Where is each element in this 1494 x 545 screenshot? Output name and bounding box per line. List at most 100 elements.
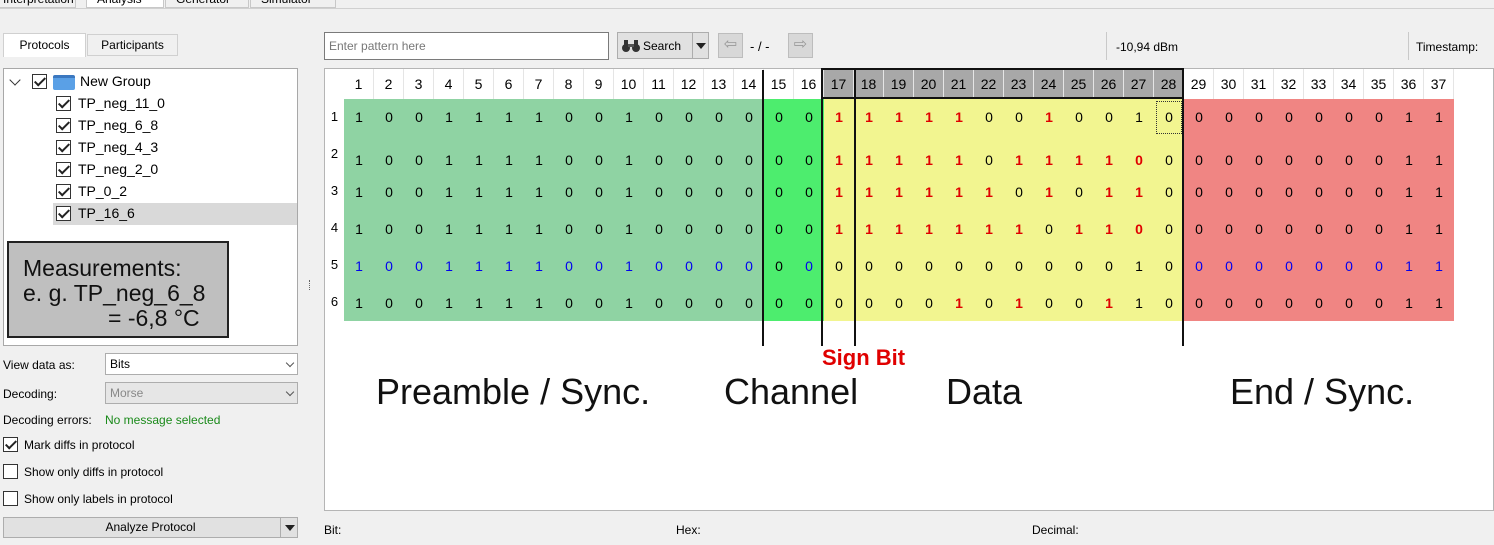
bit-cell[interactable]: 1 bbox=[1124, 99, 1154, 136]
search-pattern-input[interactable]: Enter pattern here bbox=[324, 32, 609, 60]
bit-cell[interactable]: 0 bbox=[674, 99, 704, 136]
bit-cell[interactable]: 0 bbox=[1064, 173, 1094, 210]
bit-cell[interactable]: 1 bbox=[914, 99, 944, 136]
column-header[interactable]: 5 bbox=[464, 69, 494, 99]
bit-cell[interactable]: 1 bbox=[854, 210, 884, 247]
bit-cell[interactable]: 0 bbox=[794, 210, 824, 247]
bit-cell[interactable]: 0 bbox=[854, 284, 884, 321]
option-checkbox[interactable] bbox=[3, 464, 18, 479]
bit-cell[interactable]: 1 bbox=[884, 173, 914, 210]
bit-cell[interactable]: 1 bbox=[464, 99, 494, 136]
column-header[interactable]: 1 bbox=[344, 69, 374, 99]
bit-cell[interactable]: 1 bbox=[1394, 210, 1424, 247]
bit-cell[interactable]: 0 bbox=[794, 99, 824, 136]
bit-cell[interactable]: 1 bbox=[914, 173, 944, 210]
bit-cell[interactable]: 0 bbox=[704, 173, 734, 210]
bit-cell[interactable]: 0 bbox=[824, 284, 854, 321]
bit-cell[interactable]: 0 bbox=[1334, 210, 1364, 247]
bit-cell[interactable]: 0 bbox=[1214, 247, 1244, 284]
bit-cell[interactable]: 1 bbox=[344, 247, 374, 284]
bit-cell[interactable]: 0 bbox=[374, 99, 404, 136]
bit-cell[interactable]: 1 bbox=[944, 284, 974, 321]
bit-cell[interactable]: 1 bbox=[464, 173, 494, 210]
bit-cell[interactable]: 1 bbox=[614, 210, 644, 247]
bit-cell[interactable]: 0 bbox=[704, 284, 734, 321]
bit-cell[interactable]: 0 bbox=[764, 247, 794, 284]
bit-cell[interactable]: 0 bbox=[704, 136, 734, 173]
bit-cell[interactable]: 0 bbox=[704, 99, 734, 136]
bit-cell[interactable]: 1 bbox=[1424, 210, 1454, 247]
bit-cell[interactable]: 0 bbox=[1304, 210, 1334, 247]
bit-cell[interactable]: 1 bbox=[824, 173, 854, 210]
bit-cell[interactable]: 1 bbox=[1094, 173, 1124, 210]
bit-cell[interactable]: 0 bbox=[644, 136, 674, 173]
bit-cell[interactable]: 0 bbox=[1214, 99, 1244, 136]
bit-cell[interactable]: 1 bbox=[614, 136, 644, 173]
bit-cell[interactable]: 1 bbox=[614, 284, 644, 321]
bit-cell[interactable]: 0 bbox=[1304, 99, 1334, 136]
bit-cell[interactable]: 1 bbox=[344, 210, 374, 247]
bit-cell[interactable]: 0 bbox=[674, 247, 704, 284]
column-header[interactable]: 6 bbox=[494, 69, 524, 99]
column-header[interactable]: 11 bbox=[644, 69, 674, 99]
bit-cell[interactable]: 1 bbox=[1394, 99, 1424, 136]
bit-cell[interactable]: 0 bbox=[1064, 99, 1094, 136]
bit-cell[interactable]: 0 bbox=[1184, 210, 1214, 247]
bit-cell[interactable]: 1 bbox=[1094, 284, 1124, 321]
bit-cell[interactable]: 0 bbox=[584, 99, 614, 136]
bit-cell[interactable]: 0 bbox=[1304, 247, 1334, 284]
bit-cell[interactable]: 0 bbox=[1094, 247, 1124, 284]
bit-cell[interactable]: 0 bbox=[644, 210, 674, 247]
bit-cell[interactable]: 0 bbox=[1364, 247, 1394, 284]
bit-cell[interactable]: 0 bbox=[704, 210, 734, 247]
column-header[interactable]: 9 bbox=[584, 69, 614, 99]
bit-cell[interactable]: 0 bbox=[1244, 247, 1274, 284]
bit-cell[interactable]: 1 bbox=[494, 284, 524, 321]
column-header[interactable]: 35 bbox=[1364, 69, 1394, 99]
tree-item-checkbox[interactable] bbox=[56, 96, 71, 111]
bit-cell[interactable]: 0 bbox=[1274, 173, 1304, 210]
bit-cell[interactable]: 1 bbox=[1424, 173, 1454, 210]
bit-cell[interactable]: 1 bbox=[1004, 210, 1034, 247]
bit-cell[interactable]: 0 bbox=[554, 247, 584, 284]
bit-cell[interactable]: 0 bbox=[884, 284, 914, 321]
bit-cell[interactable]: 1 bbox=[1004, 136, 1034, 173]
bit-cell[interactable]: 0 bbox=[1334, 99, 1364, 136]
bit-cell[interactable]: 0 bbox=[554, 210, 584, 247]
analyze-dropdown-icon[interactable] bbox=[280, 518, 297, 537]
bit-cell[interactable]: 0 bbox=[914, 284, 944, 321]
bit-cell[interactable]: 1 bbox=[974, 210, 1004, 247]
bit-cell[interactable]: 1 bbox=[434, 136, 464, 173]
previous-result-button[interactable]: ⇦ bbox=[718, 33, 743, 58]
bit-cell[interactable]: 0 bbox=[1304, 284, 1334, 321]
bit-cell[interactable]: 0 bbox=[1184, 136, 1214, 173]
bit-cell[interactable]: 0 bbox=[794, 173, 824, 210]
bit-cell[interactable]: 0 bbox=[404, 247, 434, 284]
bit-cell[interactable]: 1 bbox=[494, 210, 524, 247]
bit-cell[interactable]: 1 bbox=[524, 136, 554, 173]
bit-cell[interactable]: 1 bbox=[1094, 136, 1124, 173]
bit-cell[interactable]: 1 bbox=[914, 136, 944, 173]
tree-item-checkbox[interactable] bbox=[56, 162, 71, 177]
bit-cell[interactable]: 1 bbox=[914, 210, 944, 247]
column-header[interactable]: 32 bbox=[1274, 69, 1304, 99]
bit-cell[interactable]: 1 bbox=[1034, 136, 1064, 173]
bit-cell[interactable]: 0 bbox=[1274, 136, 1304, 173]
bit-cell[interactable]: 1 bbox=[944, 136, 974, 173]
bit-cell[interactable]: 1 bbox=[494, 173, 524, 210]
bit-cell[interactable]: 1 bbox=[464, 136, 494, 173]
bit-cell[interactable]: 0 bbox=[1334, 173, 1364, 210]
bit-cell[interactable]: 0 bbox=[374, 284, 404, 321]
bit-cell[interactable]: 0 bbox=[1184, 173, 1214, 210]
bit-cell[interactable]: 1 bbox=[1394, 173, 1424, 210]
tab-participants[interactable]: Participants bbox=[87, 34, 178, 56]
bit-cell[interactable]: 0 bbox=[1214, 210, 1244, 247]
bit-cell[interactable]: 1 bbox=[434, 99, 464, 136]
tree-item-checkbox[interactable] bbox=[56, 184, 71, 199]
decoding-select[interactable]: Morse bbox=[105, 382, 298, 404]
bit-cell[interactable]: 0 bbox=[1304, 136, 1334, 173]
bit-cell[interactable]: 1 bbox=[884, 99, 914, 136]
bit-cell[interactable]: 0 bbox=[1334, 247, 1364, 284]
bit-cell[interactable]: 1 bbox=[524, 173, 554, 210]
bit-cell[interactable]: 0 bbox=[674, 173, 704, 210]
